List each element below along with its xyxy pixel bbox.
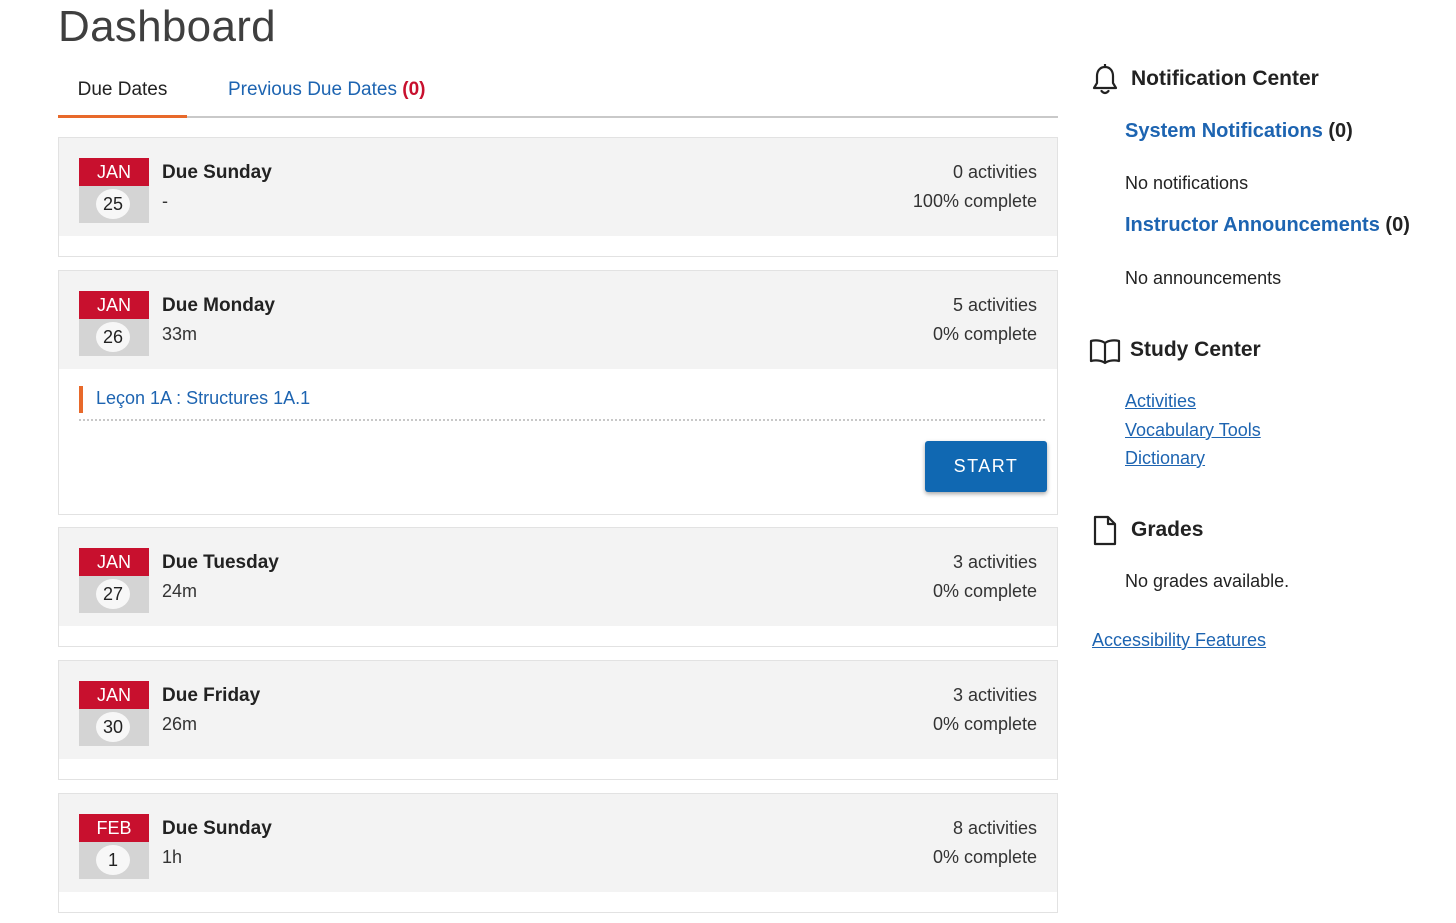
bell-icon	[1092, 64, 1118, 95]
document-icon	[1093, 515, 1117, 546]
calendar-day: 1	[96, 845, 130, 875]
calendar-day: 26	[96, 322, 130, 352]
due-card: JAN 30 Due Friday 26m 3 activities 0% co…	[58, 660, 1058, 780]
study-center-title: Study Center	[1130, 338, 1261, 361]
due-time: 1h	[162, 847, 183, 867]
due-title: Due Tuesday	[162, 552, 279, 573]
no-announcements-text: No announcements	[1125, 268, 1282, 288]
accessibility-features-link[interactable]: Accessibility Features	[1092, 630, 1266, 651]
due-card-header[interactable]: JAN 30 Due Friday 26m 3 activities 0% co…	[59, 661, 1057, 759]
activities-link[interactable]: Activities	[1125, 391, 1196, 412]
due-title: Due Monday	[162, 295, 275, 316]
instructor-announcements-count: (0)	[1385, 214, 1410, 236]
due-time: -	[162, 191, 168, 211]
due-activities-count: 5 activities	[952, 295, 1037, 315]
due-activities-count: 3 activities	[952, 685, 1037, 705]
calendar-day: 30	[96, 712, 130, 742]
tab-due-dates[interactable]: Due Dates	[58, 66, 187, 118]
calendar-icon: JAN 26	[79, 291, 149, 356]
instructor-announcements-label: Instructor Announcements	[1125, 214, 1380, 236]
due-card: JAN 27 Due Tuesday 24m 3 activities 0% c…	[58, 527, 1058, 647]
system-notifications-label: System Notifications	[1125, 120, 1323, 142]
calendar-month: JAN	[79, 548, 149, 576]
tab-previous-due-dates[interactable]: Previous Due Dates (0)	[228, 66, 425, 116]
calendar-day: 25	[96, 189, 130, 219]
activity-list: Leçon 1A : Structures 1A.1 START	[59, 369, 1057, 514]
due-percent-complete: 0% complete	[932, 324, 1037, 344]
due-card-header[interactable]: JAN 27 Due Tuesday 24m 3 activities 0% c…	[59, 528, 1057, 626]
due-title: Due Sunday	[162, 818, 272, 839]
calendar-icon: FEB 1	[79, 814, 149, 879]
tab-previous-label: Previous Due Dates	[228, 79, 397, 100]
calendar-icon: JAN 27	[79, 548, 149, 613]
dictionary-link[interactable]: Dictionary	[1125, 448, 1205, 469]
due-percent-complete: 0% complete	[932, 714, 1037, 734]
calendar-month: JAN	[79, 291, 149, 319]
notification-center-title: Notification Center	[1131, 67, 1319, 90]
due-card: FEB 1 Due Sunday 1h 8 activities 0% comp…	[58, 793, 1058, 913]
no-grades-text: No grades available.	[1125, 571, 1290, 591]
calendar-icon: JAN 25	[79, 158, 149, 223]
start-button[interactable]: START	[925, 441, 1047, 492]
due-card-header[interactable]: JAN 25 Due Sunday - 0 activities 100% co…	[59, 138, 1057, 236]
due-title: Due Sunday	[162, 162, 272, 183]
vocabulary-tools-link[interactable]: Vocabulary Tools	[1125, 420, 1261, 441]
grades-title: Grades	[1131, 518, 1204, 541]
book-icon	[1089, 339, 1121, 365]
due-time: 26m	[162, 714, 198, 734]
due-activities-count: 8 activities	[952, 818, 1037, 838]
due-card: JAN 26 Due Monday 33m 5 activities 0% co…	[58, 270, 1058, 515]
due-card-header[interactable]: JAN 26 Due Monday 33m 5 activities 0% co…	[59, 271, 1057, 369]
due-card-header[interactable]: FEB 1 Due Sunday 1h 8 activities 0% comp…	[59, 794, 1057, 892]
due-percent-complete: 100% complete	[912, 191, 1037, 211]
due-time: 24m	[162, 581, 198, 601]
activity-link[interactable]: Leçon 1A : Structures 1A.1	[96, 388, 310, 409]
due-activities-count: 3 activities	[952, 552, 1037, 572]
system-notifications-count: (0)	[1328, 120, 1353, 142]
tab-bar: Due Dates Previous Due Dates (0)	[58, 66, 1058, 118]
tab-previous-count: (0)	[402, 79, 426, 100]
calendar-month: FEB	[79, 814, 149, 842]
due-activities-count: 0 activities	[952, 162, 1037, 182]
divider	[79, 419, 1045, 421]
calendar-day: 27	[96, 579, 130, 609]
no-notifications-text: No notifications	[1125, 173, 1249, 193]
activity-marker	[79, 386, 83, 413]
due-title: Due Friday	[162, 685, 261, 706]
due-card: JAN 25 Due Sunday - 0 activities 100% co…	[58, 137, 1058, 257]
calendar-month: JAN	[79, 681, 149, 709]
due-percent-complete: 0% complete	[932, 847, 1037, 867]
instructor-announcements-link[interactable]: Instructor Announcements (0)	[1125, 214, 1410, 237]
calendar-month: JAN	[79, 158, 149, 186]
due-time: 33m	[162, 324, 198, 344]
system-notifications-link[interactable]: System Notifications (0)	[1125, 120, 1353, 143]
due-percent-complete: 0% complete	[932, 581, 1037, 601]
calendar-icon: JAN 30	[79, 681, 149, 746]
page-title: Dashboard	[58, 2, 276, 51]
